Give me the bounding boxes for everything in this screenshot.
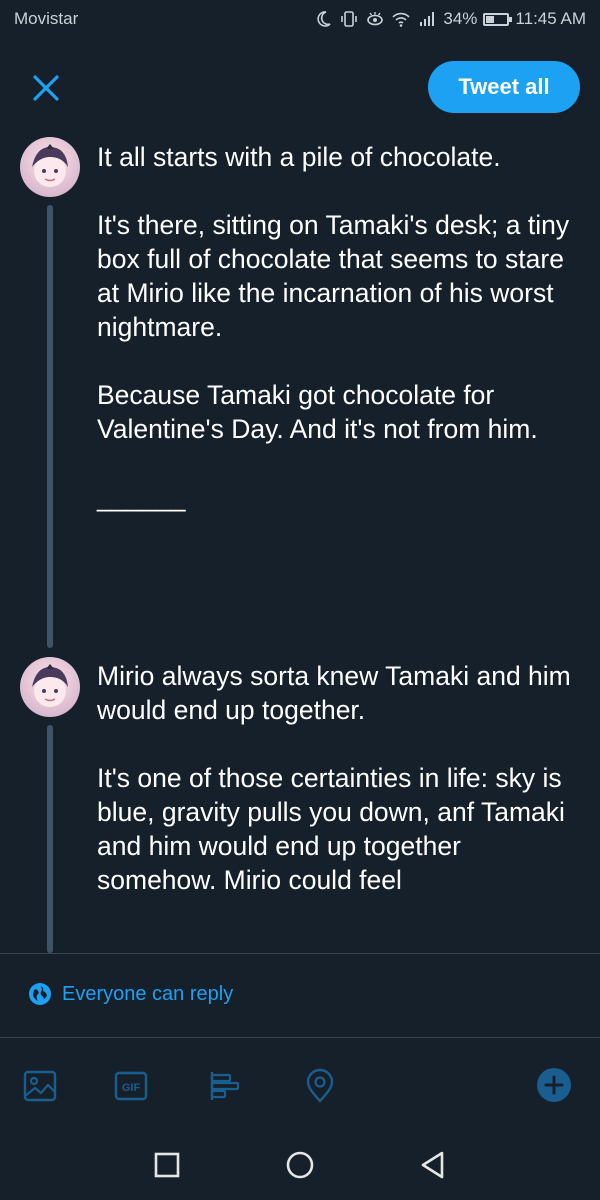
location-icon[interactable] xyxy=(302,1068,338,1104)
avatar-illustration xyxy=(32,144,68,187)
battery-level-fill xyxy=(486,15,494,23)
back-triangle-icon[interactable] xyxy=(416,1148,450,1182)
thread-tweet-text[interactable]: It all starts with a pile of chocolate. … xyxy=(97,140,587,514)
image-icon[interactable] xyxy=(22,1068,58,1104)
reply-setting-button[interactable]: Everyone can reply xyxy=(28,982,233,1006)
divider xyxy=(0,953,600,954)
vibrate-icon xyxy=(341,11,358,27)
close-icon[interactable] xyxy=(30,72,62,104)
avatar-illustration xyxy=(32,664,68,707)
thread-connector-line xyxy=(47,205,53,648)
gif-label: GIF xyxy=(122,1082,141,1094)
do-not-disturb-moon-icon xyxy=(317,11,331,27)
thread-tweet-text[interactable]: Mirio always sorta knew Tamaki and him w… xyxy=(97,659,587,897)
poll-icon[interactable] xyxy=(208,1068,244,1104)
avatar xyxy=(20,657,80,717)
status-icons: 34% 11:45 AM xyxy=(313,9,586,29)
thread-connector-line xyxy=(47,725,53,953)
wifi-icon xyxy=(392,12,410,27)
recents-square-icon[interactable] xyxy=(150,1148,184,1182)
gif-icon[interactable]: GIF xyxy=(113,1068,149,1104)
battery-percent: 34% xyxy=(443,9,478,28)
carrier-name: Movistar xyxy=(14,9,79,28)
eye-comfort-icon xyxy=(367,12,384,26)
globe-icon xyxy=(29,983,51,1005)
status-time: 11:45 AM xyxy=(515,9,586,28)
divider xyxy=(0,1037,600,1038)
avatar xyxy=(20,137,80,197)
battery-icon xyxy=(483,12,513,26)
add-icon xyxy=(544,1075,564,1095)
home-circle-icon[interactable] xyxy=(283,1148,317,1182)
tweet-all-button[interactable]: Tweet all xyxy=(428,61,580,113)
status-bar: Movistar 34% 11:45 AM xyxy=(0,0,600,42)
signal-icon xyxy=(420,12,435,26)
reply-setting-label: Everyone can reply xyxy=(62,982,234,1005)
add-tweet-button[interactable] xyxy=(537,1068,571,1102)
